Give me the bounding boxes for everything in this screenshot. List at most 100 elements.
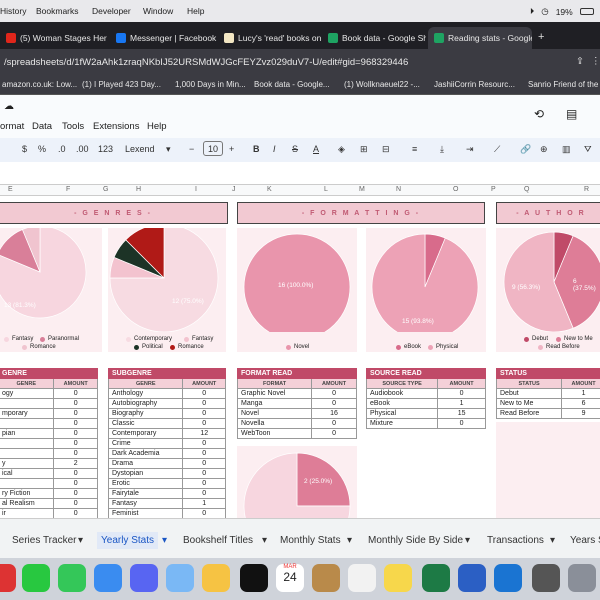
menu-window[interactable]: Window	[143, 6, 173, 16]
insert-comment-icon[interactable]: ⊕	[540, 144, 548, 155]
mail-icon[interactable]	[94, 564, 122, 592]
table-cell[interactable]: 0	[182, 408, 226, 419]
font-size-input[interactable]: 10	[203, 141, 223, 156]
table-cell[interactable]	[0, 418, 55, 429]
reminders-icon[interactable]	[348, 564, 376, 592]
table-cell[interactable]: Fairytale	[107, 488, 184, 499]
decrease-decimal-button[interactable]: .0	[58, 144, 66, 154]
table-cell[interactable]: 0	[53, 418, 98, 429]
system-settings-icon[interactable]	[568, 564, 596, 592]
menu-tools[interactable]: Tools	[62, 121, 84, 132]
bookmark-item[interactable]: (1) Wollknaeuel22 -...	[344, 80, 420, 89]
col-h[interactable]: H	[136, 186, 141, 193]
table-cell[interactable]: 12	[182, 428, 226, 439]
table-cell[interactable]: Anthology	[107, 388, 184, 399]
table-cell[interactable]: 16	[311, 408, 357, 419]
sheet-tab-monthly-stats[interactable]: Monthly Stats	[280, 535, 341, 546]
col-l[interactable]: L	[324, 186, 328, 193]
table-cell[interactable]: Graphic Novel	[236, 388, 313, 399]
table-cell[interactable]: Biography	[107, 408, 184, 419]
merge-icon[interactable]: ⊟	[382, 144, 390, 155]
calendar-icon[interactable]: MAR 24	[276, 564, 304, 592]
fill-color-icon[interactable]: ◈	[338, 144, 345, 155]
sheet-tab-years[interactable]: Years S	[570, 535, 600, 546]
calculator-icon[interactable]	[532, 564, 560, 592]
table-cell[interactable]: Feminist	[107, 508, 184, 518]
outlook-icon[interactable]	[494, 564, 522, 592]
table-cell[interactable]: al Realism	[0, 498, 55, 509]
table-cell[interactable]: Novella	[236, 418, 313, 429]
maps-icon[interactable]	[166, 564, 194, 592]
col-o[interactable]: O	[453, 186, 458, 193]
comment-icon[interactable]: ▤	[566, 107, 577, 121]
col-q[interactable]: Q	[524, 186, 529, 193]
table-cell[interactable]: 0	[182, 388, 226, 399]
table-cell[interactable]: Mixture	[365, 418, 439, 429]
table-cell[interactable]: 6	[561, 398, 600, 409]
table-cell[interactable]: 0	[53, 428, 98, 439]
table-cell[interactable]: Autobiography	[107, 398, 184, 409]
table-cell[interactable]	[0, 438, 55, 449]
contacts-icon[interactable]	[312, 564, 340, 592]
table-cell[interactable]: 0	[182, 448, 226, 459]
rotate-icon[interactable]: ⟋	[494, 144, 500, 155]
menu-dots-icon[interactable]: ⋮	[591, 56, 600, 67]
table-cell[interactable]: 0	[311, 388, 357, 399]
table-cell[interactable]: 2	[53, 458, 98, 469]
borders-icon[interactable]: ⊞	[360, 144, 368, 155]
table-cell[interactable]: ir	[0, 508, 55, 518]
table-cell[interactable]	[0, 448, 55, 459]
table-cell[interactable]: Novel	[236, 408, 313, 419]
sheet-tab-transactions[interactable]: Transactions	[487, 535, 544, 546]
spotify-icon[interactable]	[240, 564, 268, 592]
play-icon[interactable]: ⏵	[530, 6, 534, 17]
table-cell[interactable]: 1	[182, 498, 226, 509]
table-cell[interactable]: 0	[53, 448, 98, 459]
tab-youtube[interactable]: (5) Woman Stages Her C	[0, 27, 108, 49]
table-cell[interactable]: 0	[182, 398, 226, 409]
tab-messenger[interactable]: Messenger | Facebook	[110, 27, 218, 49]
share-icon[interactable]: ⇪	[576, 56, 584, 67]
col-n[interactable]: N	[396, 186, 401, 193]
table-cell[interactable]: 0	[311, 398, 357, 409]
bookmark-item[interactable]: Sanrio Friend of the	[528, 80, 598, 89]
excel-icon[interactable]	[422, 564, 450, 592]
wrap-icon[interactable]: ⇥	[466, 144, 474, 155]
bookmark-item[interactable]: 1,000 Days in Min...	[175, 80, 246, 89]
battery-icon[interactable]	[579, 8, 594, 15]
increase-decimal-button[interactable]: .00	[76, 144, 89, 154]
table-cell[interactable]: ical	[0, 468, 55, 479]
bookmark-item[interactable]: Book data - Google...	[254, 80, 330, 89]
italic-button[interactable]: I	[273, 144, 276, 154]
table-cell[interactable]: 0	[53, 398, 98, 409]
col-f[interactable]: F	[66, 186, 70, 193]
chevron-down-icon[interactable]: ▾	[166, 144, 171, 155]
sheet-tab-yearly-stats[interactable]: Yearly Stats	[97, 532, 158, 549]
table-cell[interactable]: y	[0, 458, 55, 469]
table-cell[interactable]: 9	[561, 408, 600, 419]
menu-data[interactable]: Data	[32, 121, 52, 132]
table-cell[interactable]: 0	[53, 408, 98, 419]
table-cell[interactable]: 0	[437, 418, 486, 429]
table-cell[interactable]: 0	[311, 418, 357, 429]
number-format-button[interactable]: 123	[98, 144, 113, 154]
col-k[interactable]: K	[267, 186, 272, 193]
table-cell[interactable]: 0	[53, 438, 98, 449]
table-cell[interactable]: Audiobook	[365, 388, 439, 399]
chevron-down-icon[interactable]: ▾	[550, 535, 555, 546]
filter-icon[interactable]: ⛛	[584, 144, 592, 155]
table-cell[interactable]: 0	[53, 488, 98, 499]
chrome-icon[interactable]	[0, 564, 16, 592]
font-select[interactable]: Lexend	[125, 144, 155, 154]
chart-icon[interactable]: ▥	[562, 144, 571, 155]
col-p[interactable]: P	[491, 186, 496, 193]
col-m[interactable]: M	[359, 186, 365, 193]
table-cell[interactable]: 0	[182, 478, 226, 489]
notes-icon[interactable]	[384, 564, 412, 592]
percent-button[interactable]: %	[38, 144, 46, 154]
chevron-down-icon[interactable]: ▾	[162, 535, 167, 546]
table-cell[interactable]: 0	[182, 418, 226, 429]
history-icon[interactable]: ⟲	[534, 107, 544, 121]
table-cell[interactable]: 0	[182, 508, 226, 518]
table-cell[interactable]: New to Me	[495, 398, 563, 409]
